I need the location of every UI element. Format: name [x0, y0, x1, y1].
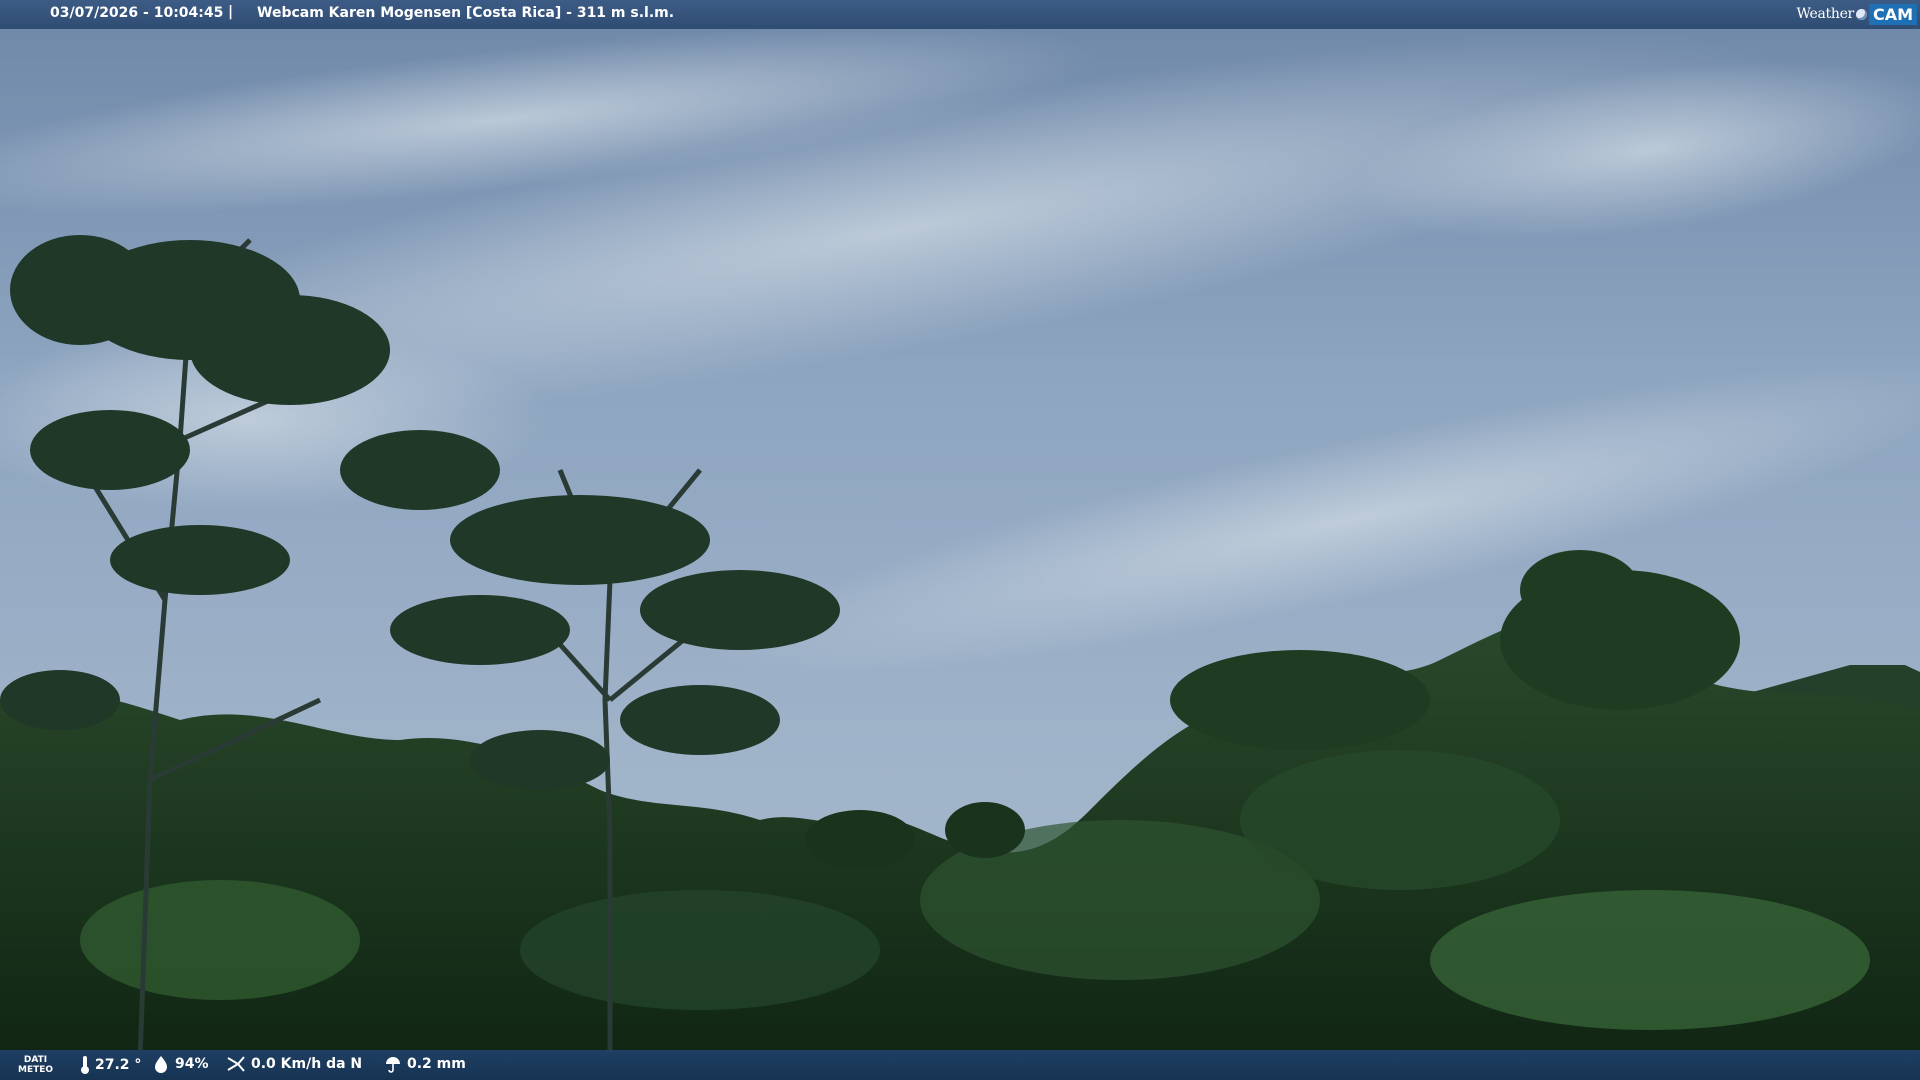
humidity-reading: 94% — [152, 1055, 209, 1073]
weather-data-bar: DATI METEO 27.2 ° 94% 0.0 Km/h da N 0.2 … — [0, 1050, 1920, 1080]
wind-icon — [227, 1056, 245, 1072]
wind-reading: 0.0 Km/h da N — [226, 1055, 362, 1073]
dati-meteo-label: DATI METEO — [18, 1055, 53, 1075]
brand-badge: CAM — [1868, 3, 1917, 25]
wind-value: 0.0 Km/h da N — [251, 1056, 363, 1072]
humidity-value: 94% — [175, 1056, 209, 1072]
rain-reading: 0.2 mm — [384, 1055, 466, 1073]
temperature-value: 27.2 ° — [95, 1057, 142, 1073]
rain-value: 0.2 mm — [407, 1056, 466, 1072]
timestamp: 03/07/2026 - 10:04:45 — [50, 5, 224, 21]
temperature-reading: 27.2 ° — [80, 1055, 141, 1075]
info-header-bar: 03/07/2026 - 10:04:45 | Webcam Karen Mog… — [0, 0, 1920, 29]
brand-word: Weather — [1796, 6, 1855, 22]
humidity-icon — [155, 1056, 167, 1073]
label-line-2: METEO — [18, 1065, 54, 1075]
weathercam-logo: Weather CAM — [1797, 2, 1917, 26]
thermometer-icon — [81, 1056, 89, 1074]
header-separator: | — [228, 4, 234, 20]
rain-icon — [386, 1057, 400, 1073]
webcam-image — [0, 0, 1920, 1080]
brand-dot-icon — [1855, 8, 1867, 20]
webcam-frame: 03/07/2026 - 10:04:45 | Webcam Karen Mog… — [0, 0, 1920, 1080]
label-line-1: DATI — [23, 1055, 48, 1065]
webcam-title: Webcam Karen Mogensen [Costa Rica] - 311… — [257, 5, 675, 21]
